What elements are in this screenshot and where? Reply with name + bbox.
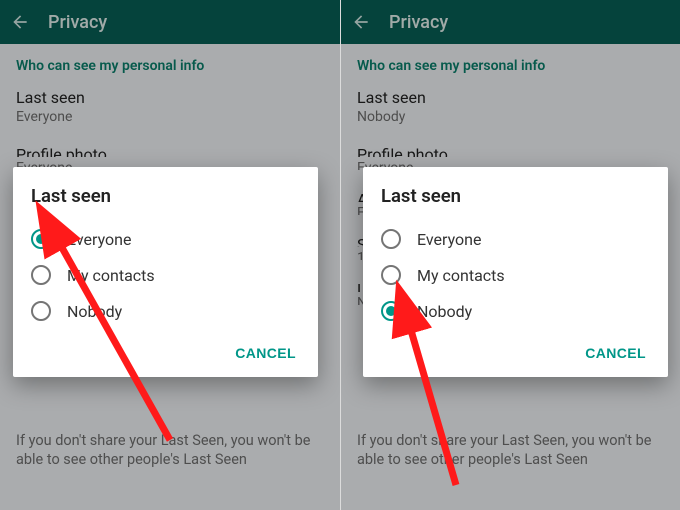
option-label: Nobody [67, 302, 122, 321]
dialog-title: Last seen [381, 185, 658, 207]
cancel-button[interactable]: CANCEL [573, 337, 658, 369]
setting-label: Profile photo [357, 145, 664, 157]
setting-last-seen[interactable]: Last seen Nobody [357, 88, 664, 125]
section-title: Who can see my personal info [16, 58, 324, 74]
radio-icon [381, 301, 401, 321]
section-title: Who can see my personal info [357, 58, 664, 74]
appbar-title: Privacy [389, 12, 448, 33]
option-label: My contacts [67, 266, 155, 285]
radio-icon [381, 265, 401, 285]
radio-icon [381, 229, 401, 249]
option-label: Everyone [417, 230, 481, 249]
setting-value: Everyone [16, 109, 324, 125]
setting-label: Profile photo [16, 145, 324, 157]
dialog-last-seen: Last seen Everyone My contacts Nobody CA… [13, 167, 318, 377]
option-label: My contacts [417, 266, 505, 285]
back-icon[interactable] [351, 12, 371, 32]
radio-icon [31, 229, 51, 249]
dialog-title: Last seen [31, 185, 308, 207]
setting-value: Nobody [357, 109, 664, 125]
appbar: Privacy [341, 0, 680, 44]
back-icon[interactable] [10, 12, 30, 32]
pane-left: Privacy Who can see my personal info Las… [0, 0, 340, 510]
setting-last-seen[interactable]: Last seen Everyone [16, 88, 324, 125]
cancel-button[interactable]: CANCEL [223, 337, 308, 369]
option-nobody[interactable]: Nobody [381, 293, 658, 329]
setting-label: Last seen [16, 88, 324, 107]
dialog-actions: CANCEL [381, 337, 658, 369]
option-everyone[interactable]: Everyone [31, 221, 308, 257]
appbar-title: Privacy [48, 12, 107, 33]
radio-icon [31, 265, 51, 285]
option-label: Nobody [417, 302, 472, 321]
option-my-contacts[interactable]: My contacts [31, 257, 308, 293]
option-label: Everyone [67, 230, 131, 249]
dialog-actions: CANCEL [31, 337, 308, 369]
option-nobody[interactable]: Nobody [31, 293, 308, 329]
appbar: Privacy [0, 0, 340, 44]
footer-note: If you don't share your Last Seen, you w… [341, 421, 680, 510]
pane-right: Privacy Who can see my personal info Las… [340, 0, 680, 510]
option-everyone[interactable]: Everyone [381, 221, 658, 257]
setting-label: Last seen [357, 88, 664, 107]
dialog-last-seen: Last seen Everyone My contacts Nobody CA… [363, 167, 668, 377]
radio-icon [31, 301, 51, 321]
option-my-contacts[interactable]: My contacts [381, 257, 658, 293]
footer-note: If you don't share your Last Seen, you w… [0, 421, 340, 510]
